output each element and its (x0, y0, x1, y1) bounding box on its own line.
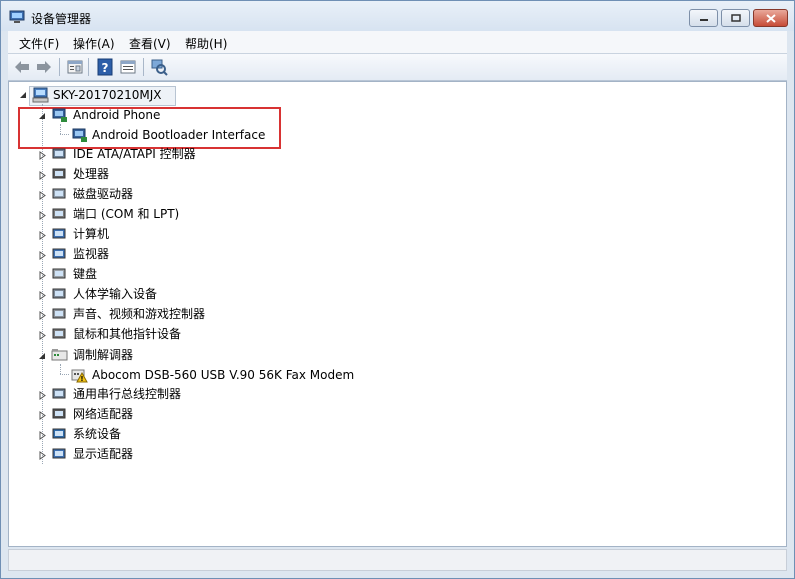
mouse-icon (52, 328, 66, 339)
expand-icon[interactable] (38, 431, 47, 440)
expand-icon[interactable] (38, 171, 47, 180)
sound-video-icon (52, 308, 66, 319)
display-adapter-icon (52, 448, 66, 459)
ide-controller-icon (52, 148, 66, 159)
scan-hardware-icon[interactable] (150, 58, 168, 76)
tree-node-monitor[interactable]: 监视器 (73, 245, 109, 263)
tree-node-android-phone[interactable]: Android Phone (73, 106, 160, 124)
android-phone-icon (52, 108, 67, 122)
forward-icon[interactable] (35, 58, 53, 76)
device-manager-icon (9, 10, 25, 23)
expand-icon[interactable] (38, 391, 47, 400)
modem-icon (51, 349, 68, 361)
tree-node-processor[interactable]: 处理器 (73, 165, 109, 183)
keyboard-icon (52, 268, 66, 279)
expand-icon[interactable] (38, 331, 47, 340)
menu-help[interactable]: 帮助(H) (185, 35, 227, 52)
expand-icon[interactable] (38, 191, 47, 200)
tree-node-system-devices[interactable]: 系统设备 (73, 425, 121, 443)
expand-icon[interactable] (38, 151, 47, 160)
root-computer-name[interactable]: SKY-20170210MJX (53, 86, 162, 104)
device-manager-window: 设备管理器 文件(F) 操作(A) 查看(V) 帮助(H) ? SKY-2017… (0, 0, 795, 579)
close-button[interactable] (753, 9, 788, 27)
menu-file[interactable]: 文件(F) (19, 35, 59, 52)
menu-action[interactable]: 操作(A) (73, 35, 115, 52)
computer-icon (52, 228, 66, 239)
properties-icon[interactable] (66, 58, 84, 76)
title-bar[interactable]: 设备管理器 (1, 1, 794, 31)
tree-guide-line (60, 134, 69, 135)
tree-node-network-adapter[interactable]: 网络适配器 (73, 405, 133, 423)
tree-node-disk-drive[interactable]: 磁盘驱动器 (73, 185, 133, 203)
expand-icon[interactable] (38, 251, 47, 260)
modem-warning-icon: ! (71, 369, 88, 383)
expand-icon[interactable] (38, 291, 47, 300)
back-icon[interactable] (13, 58, 31, 76)
computer-icon (32, 87, 49, 103)
disk-drive-icon (52, 188, 66, 199)
tree-guide-line (60, 364, 61, 374)
toolbar-separator (143, 58, 144, 76)
maximize-icon (730, 14, 741, 22)
svg-text:!: ! (80, 375, 83, 383)
status-bar (8, 549, 787, 571)
window-title: 设备管理器 (31, 12, 92, 26)
tree-node-display-adapter[interactable]: 显示适配器 (73, 445, 133, 463)
expand-icon[interactable] (38, 231, 47, 240)
tree-node-keyboard[interactable]: 键盘 (73, 265, 97, 283)
close-icon (765, 13, 776, 23)
tree-node-usb-controller[interactable]: 通用串行总线控制器 (73, 385, 181, 403)
menu-bar: 文件(F) 操作(A) 查看(V) 帮助(H) (8, 31, 787, 54)
tree-node-sound-video[interactable]: 声音、视频和游戏控制器 (73, 305, 205, 323)
maximize-button[interactable] (721, 9, 750, 27)
usb-device-icon (72, 128, 87, 142)
help-icon[interactable]: ? (96, 58, 114, 76)
toolbar-separator (88, 58, 89, 76)
ports-icon (52, 208, 66, 219)
expand-icon[interactable] (38, 211, 47, 220)
network-adapter-icon (52, 408, 66, 419)
tree-guide-line (60, 374, 69, 375)
tree-node-android-bootloader-interface[interactable]: Android Bootloader Interface (92, 126, 265, 144)
view-icon[interactable] (119, 58, 137, 76)
system-devices-icon (52, 428, 66, 439)
svg-text:?: ? (102, 61, 109, 75)
minimize-button[interactable] (689, 9, 718, 27)
toolbar: ? (8, 54, 787, 81)
tree-node-ide-controller[interactable]: IDE ATA/ATAPI 控制器 (73, 145, 196, 163)
minimize-icon (699, 19, 708, 21)
monitor-icon (52, 248, 66, 259)
hid-icon (52, 288, 66, 299)
tree-node-computer[interactable]: 计算机 (73, 225, 109, 243)
tree-node-hid[interactable]: 人体学输入设备 (73, 285, 157, 303)
expand-icon[interactable] (38, 411, 47, 420)
collapse-icon[interactable] (19, 91, 28, 100)
tree-node-mouse[interactable]: 鼠标和其他指针设备 (73, 325, 181, 343)
collapse-icon[interactable] (38, 112, 47, 121)
tree-node-ports[interactable]: 端口 (COM 和 LPT) (73, 205, 179, 223)
toolbar-separator (59, 58, 60, 76)
processor-icon (52, 168, 66, 179)
expand-icon[interactable] (38, 311, 47, 320)
tree-node-modem[interactable]: 调制解调器 (73, 346, 133, 364)
tree-node-abocom-modem[interactable]: Abocom DSB-560 USB V.90 56K Fax Modem (92, 366, 354, 384)
menu-view[interactable]: 查看(V) (129, 35, 171, 52)
tree-guide-line (60, 124, 61, 134)
usb-controller-icon (52, 388, 66, 399)
expand-icon[interactable] (38, 451, 47, 460)
collapse-icon[interactable] (38, 352, 47, 361)
expand-icon[interactable] (38, 271, 47, 280)
device-tree[interactable]: SKY-20170210MJX Android Phone Android Bo… (8, 81, 787, 547)
